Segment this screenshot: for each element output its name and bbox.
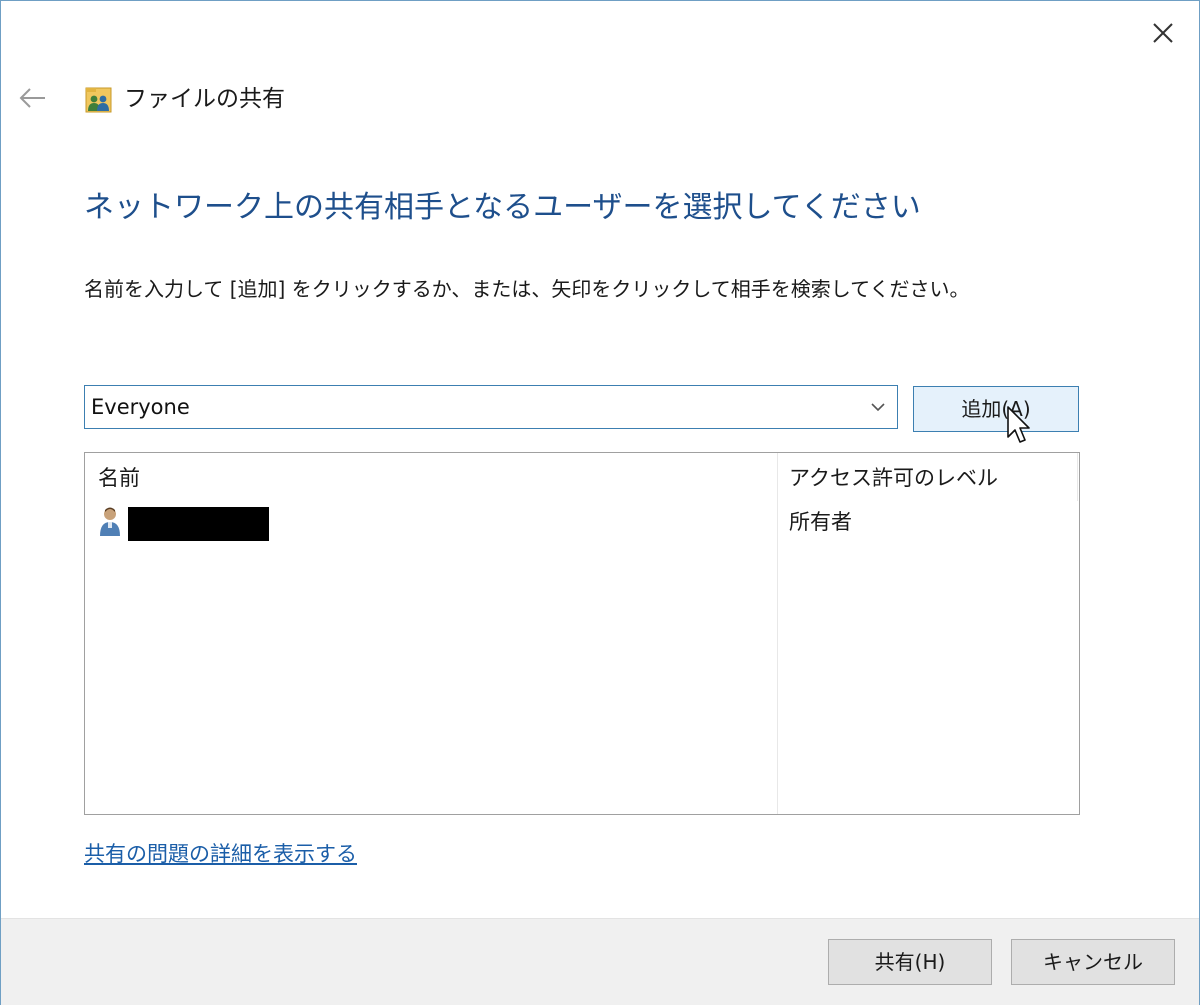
access-level-value: 所有者 (789, 510, 852, 534)
user-icon (100, 507, 120, 536)
combobox-dropdown-button[interactable] (863, 387, 893, 427)
share-button[interactable]: 共有(H) (828, 939, 992, 985)
column-header-access-level[interactable]: アクセス許可のレベル (789, 463, 998, 493)
user-combobox-value[interactable]: Everyone (91, 386, 190, 428)
close-button[interactable] (1143, 15, 1183, 51)
column-divider-right (1077, 453, 1078, 501)
file-sharing-dialog: ファイルの共有 ネットワーク上の共有相手となるユーザーを選択してください 名前を… (0, 0, 1200, 1005)
cancel-button[interactable]: キャンセル (1011, 939, 1175, 985)
redacted-user-name (128, 507, 269, 541)
dialog-footer: 共有(H) キャンセル (1, 918, 1199, 1005)
user-combobox[interactable]: Everyone (84, 385, 898, 429)
sharing-list[interactable]: 名前 アクセス許可のレベル 所有者 (84, 452, 1080, 815)
back-button[interactable] (13, 81, 53, 115)
sharing-help-link[interactable]: 共有の問題の詳細を表示する (84, 839, 357, 869)
add-button[interactable]: 追加(A) (913, 386, 1079, 432)
page-heading: ネットワーク上の共有相手となるユーザーを選択してください (84, 190, 921, 225)
chevron-down-icon (871, 403, 885, 412)
close-icon (1153, 23, 1173, 43)
window-title: ファイルの共有 (124, 86, 285, 112)
instructions-text: 名前を入力して [追加] をクリックするか、または、矢印をクリックして相手を検索… (84, 277, 970, 301)
back-arrow-icon (19, 88, 45, 108)
users-folder-icon (85, 84, 113, 114)
column-header-name[interactable]: 名前 (98, 463, 140, 493)
list-item[interactable]: 所有者 (85, 503, 1077, 543)
